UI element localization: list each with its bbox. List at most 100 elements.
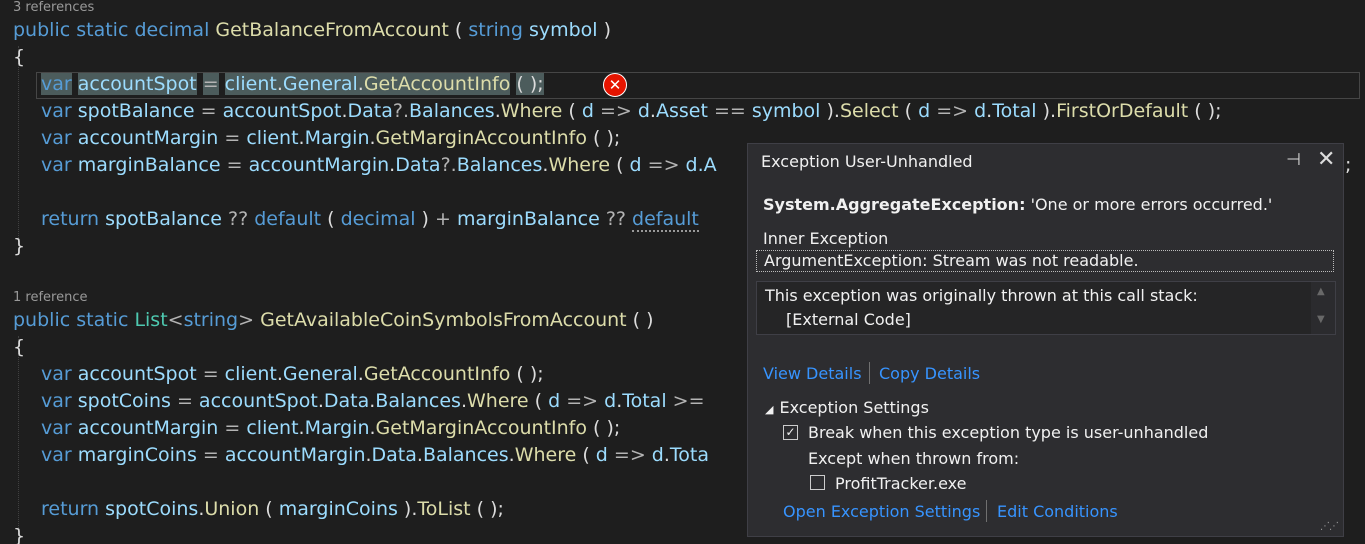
call-stack-frame[interactable]: [External Code] (786, 310, 911, 329)
method-name: GetAccountInfo (363, 363, 511, 385)
code-line[interactable]: var spotBalance = accountSpot.Data?.Bala… (41, 98, 1222, 125)
break-checkbox[interactable]: ✓ (783, 425, 798, 440)
property: Total (622, 390, 667, 412)
method-name: GetMarginAccountInfo (375, 417, 587, 439)
keyword: static (76, 19, 129, 41)
exception-popup[interactable]: Exception User-Unhandled ⊣ ✕ System.Aggr… (747, 143, 1344, 537)
parameter: symbol (528, 19, 598, 41)
property: Total (992, 100, 1037, 122)
variable: client (224, 363, 277, 385)
code-line[interactable]: } (13, 233, 25, 260)
profit-tracker-label: ProfitTracker.exe (835, 474, 967, 493)
indent-guide (18, 46, 19, 246)
keyword: var (41, 390, 72, 412)
keyword: var (41, 100, 72, 122)
variable: accountSpot (77, 363, 197, 385)
property: General (282, 363, 358, 385)
code-line[interactable]: { (13, 44, 25, 71)
break-checkbox-label: Break when this exception type is user-u… (808, 423, 1209, 442)
scrollbar[interactable]: ▲ ▼ (1311, 282, 1335, 334)
code-line[interactable]: { (13, 334, 25, 361)
variable: marginCoins (278, 498, 398, 520)
code-line[interactable]: var marginCoins = accountMargin.Data.Bal… (41, 442, 709, 469)
property: Balances (375, 390, 461, 412)
call-stack-box[interactable]: This exception was originally thrown at … (756, 281, 1336, 335)
variable: client (246, 417, 299, 439)
call-stack-message: This exception was originally thrown at … (765, 286, 1198, 305)
method-name: Where (548, 154, 611, 176)
code-line[interactable]: return spotCoins.Union ( marginCoins ).T… (41, 496, 504, 523)
copy-details-link[interactable]: Copy Details (879, 364, 980, 383)
keyword: var (41, 363, 72, 385)
keyword: decimal (134, 19, 210, 41)
scroll-up-icon[interactable]: ▲ (1317, 286, 1325, 297)
variable: accountSpot (198, 390, 318, 412)
exception-message: 'One or more errors occurred.' (1030, 195, 1273, 214)
property: General (282, 73, 358, 95)
method-name: FirstOrDefault (1056, 100, 1189, 122)
code-line[interactable]: var spotCoins = accountSpot.Data.Balance… (41, 388, 705, 415)
error-icon[interactable]: ✕ (603, 73, 627, 97)
code-line-exception[interactable]: var accountSpot = client.General.GetAcco… (41, 71, 544, 98)
parameter: symbol (751, 100, 821, 122)
exception-settings-toggle[interactable]: ◢ Exception Settings (765, 398, 929, 417)
keyword: string (468, 19, 523, 41)
variable: accountMargin (77, 127, 219, 149)
variable: accountSpot (222, 100, 342, 122)
code-line[interactable]: var marginBalance = accountMargin.Data?.… (41, 152, 717, 179)
variable: marginBalance (77, 154, 221, 176)
property: Margin (304, 127, 370, 149)
property: Balances (456, 154, 543, 176)
code-line[interactable]: var accountSpot = client.General.GetAcco… (41, 361, 544, 388)
method-name: Where (514, 444, 577, 466)
code-line[interactable]: public static List<string> GetAvailableC… (13, 307, 654, 334)
method-name: Where (500, 100, 563, 122)
keyword: default (254, 208, 322, 230)
exception-type: System.AggregateException: (763, 195, 1026, 214)
link-separator (986, 500, 987, 522)
keyword: var (41, 73, 72, 95)
indent-guide (18, 336, 19, 544)
property: Balances (422, 444, 509, 466)
type-name: List (134, 309, 168, 331)
variable: spotBalance (77, 100, 195, 122)
resize-grip-icon[interactable]: ⋰⋰ (1320, 521, 1339, 532)
method-name: Where (467, 390, 529, 412)
method-name: GetAvailableCoinSymbolsFromAccount (260, 309, 627, 331)
keyword: string (183, 309, 239, 331)
method-name: GetAccountInfo (363, 73, 511, 95)
pin-icon[interactable]: ⊣ (1286, 150, 1301, 170)
code-line[interactable]: } (13, 523, 25, 544)
popup-header[interactable]: Exception User-Unhandled ⊣ ✕ (748, 144, 1343, 180)
variable: d.A (685, 154, 717, 176)
close-icon[interactable]: ✕ (1317, 147, 1335, 172)
view-details-link[interactable]: View Details (763, 364, 862, 383)
edit-conditions-link[interactable]: Edit Conditions (997, 502, 1118, 521)
property: Data (347, 100, 393, 122)
except-label: Except when thrown from: (808, 449, 1020, 468)
variable: d (595, 444, 608, 466)
keyword: public (13, 19, 71, 41)
keyword: default (632, 208, 699, 232)
keyword: return (41, 208, 100, 230)
codelens-references[interactable]: 1 reference (13, 290, 87, 305)
variable: client (224, 73, 277, 95)
property: Asset (655, 100, 708, 122)
open-exception-settings-link[interactable]: Open Exception Settings (783, 502, 980, 521)
codelens-references[interactable]: 3 references (13, 0, 94, 15)
method-name: ToList (417, 498, 471, 520)
inner-exception-value[interactable]: ArgumentException: Stream was not readab… (756, 250, 1334, 272)
keyword: static (76, 309, 129, 331)
code-line[interactable]: var accountMargin = client.Margin.GetMar… (41, 125, 620, 152)
keyword: decimal (340, 208, 416, 230)
scroll-down-icon[interactable]: ▼ (1317, 314, 1325, 325)
variable: d (548, 390, 561, 412)
property: Data (395, 154, 441, 176)
profit-tracker-checkbox[interactable] (810, 475, 825, 490)
code-line[interactable]: public static decimal GetBalanceFromAcco… (13, 17, 611, 44)
keyword: var (41, 154, 72, 176)
code-line[interactable]: var accountMargin = client.Margin.GetMar… (41, 415, 620, 442)
code-line[interactable]: return spotBalance ?? default ( decimal … (41, 206, 699, 233)
variable: spotCoins (77, 390, 171, 412)
code-line-tail: ; (1345, 154, 1352, 176)
